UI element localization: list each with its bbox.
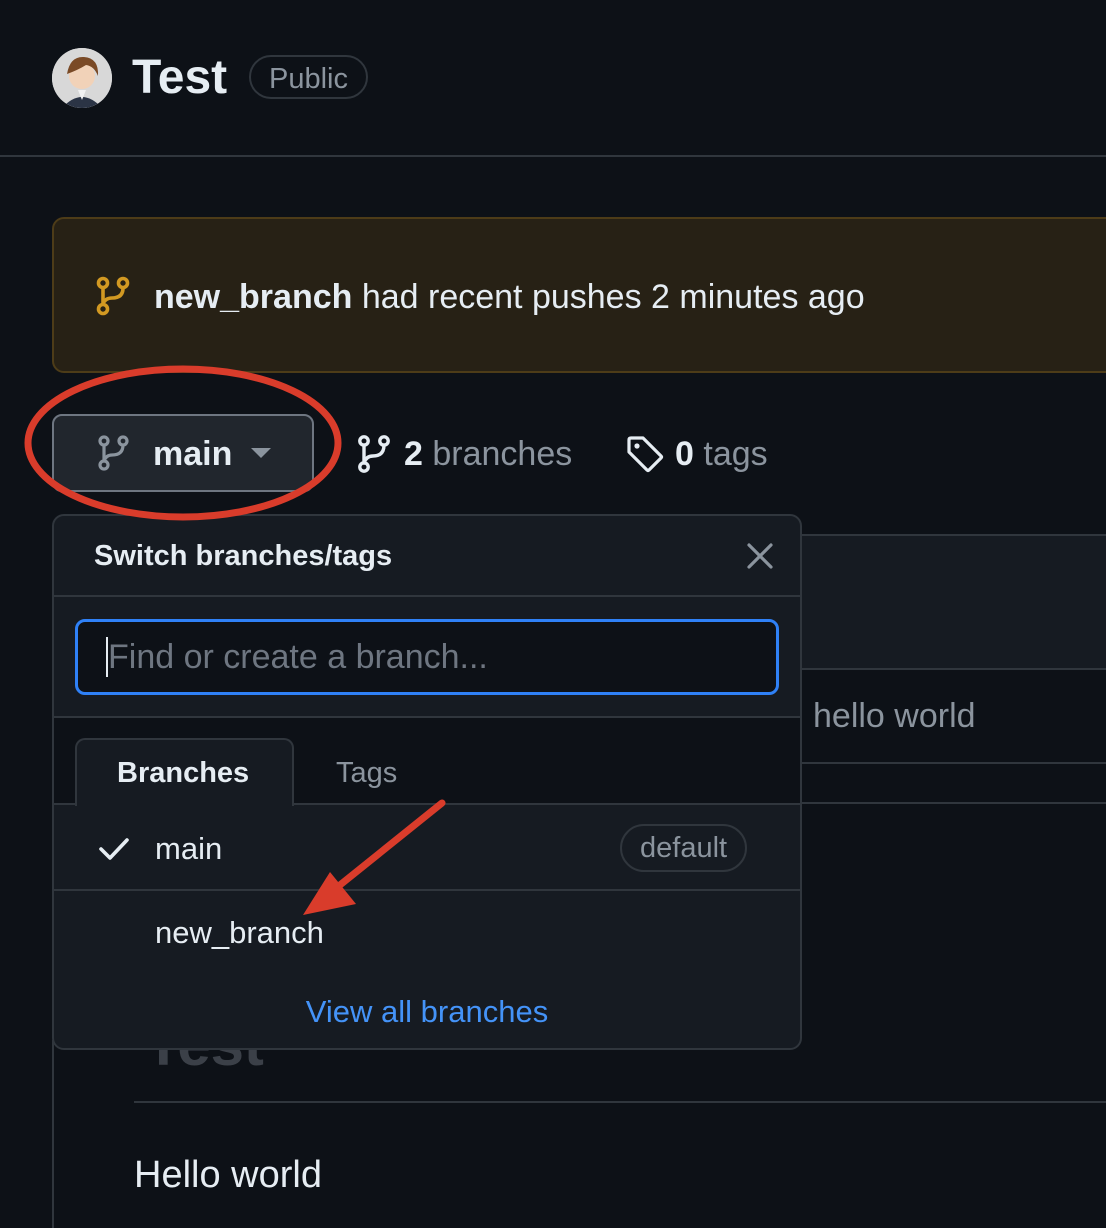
current-branch-label: main: [153, 435, 233, 473]
avatar[interactable]: [52, 48, 112, 108]
branch-search-input[interactable]: [75, 619, 779, 695]
tab-tags[interactable]: Tags: [336, 754, 397, 792]
git-branch-icon: [358, 435, 390, 473]
divider: [54, 889, 800, 891]
tab-branches-label: Branches: [117, 757, 250, 789]
readme-divider: [134, 1101, 1106, 1103]
readme-body: Hello world: [134, 1154, 322, 1196]
readme-border: [52, 1040, 54, 1228]
default-badge: default: [620, 824, 748, 872]
check-icon: [99, 838, 129, 860]
header-divider: [0, 155, 1106, 157]
view-all-branches-link[interactable]: View all branches: [54, 992, 800, 1032]
file-list-header: [800, 534, 1106, 670]
branches-count-link[interactable]: 2 branches: [404, 433, 572, 475]
tags-count-link[interactable]: 0 tags: [675, 433, 768, 475]
tag-icon: [627, 436, 664, 473]
recent-pushes-message: had recent pushes 2 minutes ago: [352, 278, 865, 316]
close-icon[interactable]: [744, 540, 776, 572]
branch-item-main[interactable]: main: [155, 829, 222, 869]
recent-pushes-text: new_branch had recent pushes 2 minutes a…: [154, 275, 865, 319]
divider: [800, 802, 1106, 804]
divider: [54, 595, 800, 597]
branch-item-new-branch[interactable]: new_branch: [155, 913, 324, 953]
chevron-down-icon: [251, 448, 271, 458]
repo-title[interactable]: Test: [132, 48, 227, 108]
git-branch-icon: [96, 276, 130, 316]
text-cursor: [106, 637, 108, 677]
dropdown-title: Switch branches/tags: [94, 540, 393, 572]
git-branch-icon: [98, 435, 129, 471]
pushed-branch-link[interactable]: new_branch: [154, 278, 352, 316]
visibility-badge: Public: [249, 55, 368, 99]
commit-message[interactable]: hello world: [813, 695, 976, 737]
